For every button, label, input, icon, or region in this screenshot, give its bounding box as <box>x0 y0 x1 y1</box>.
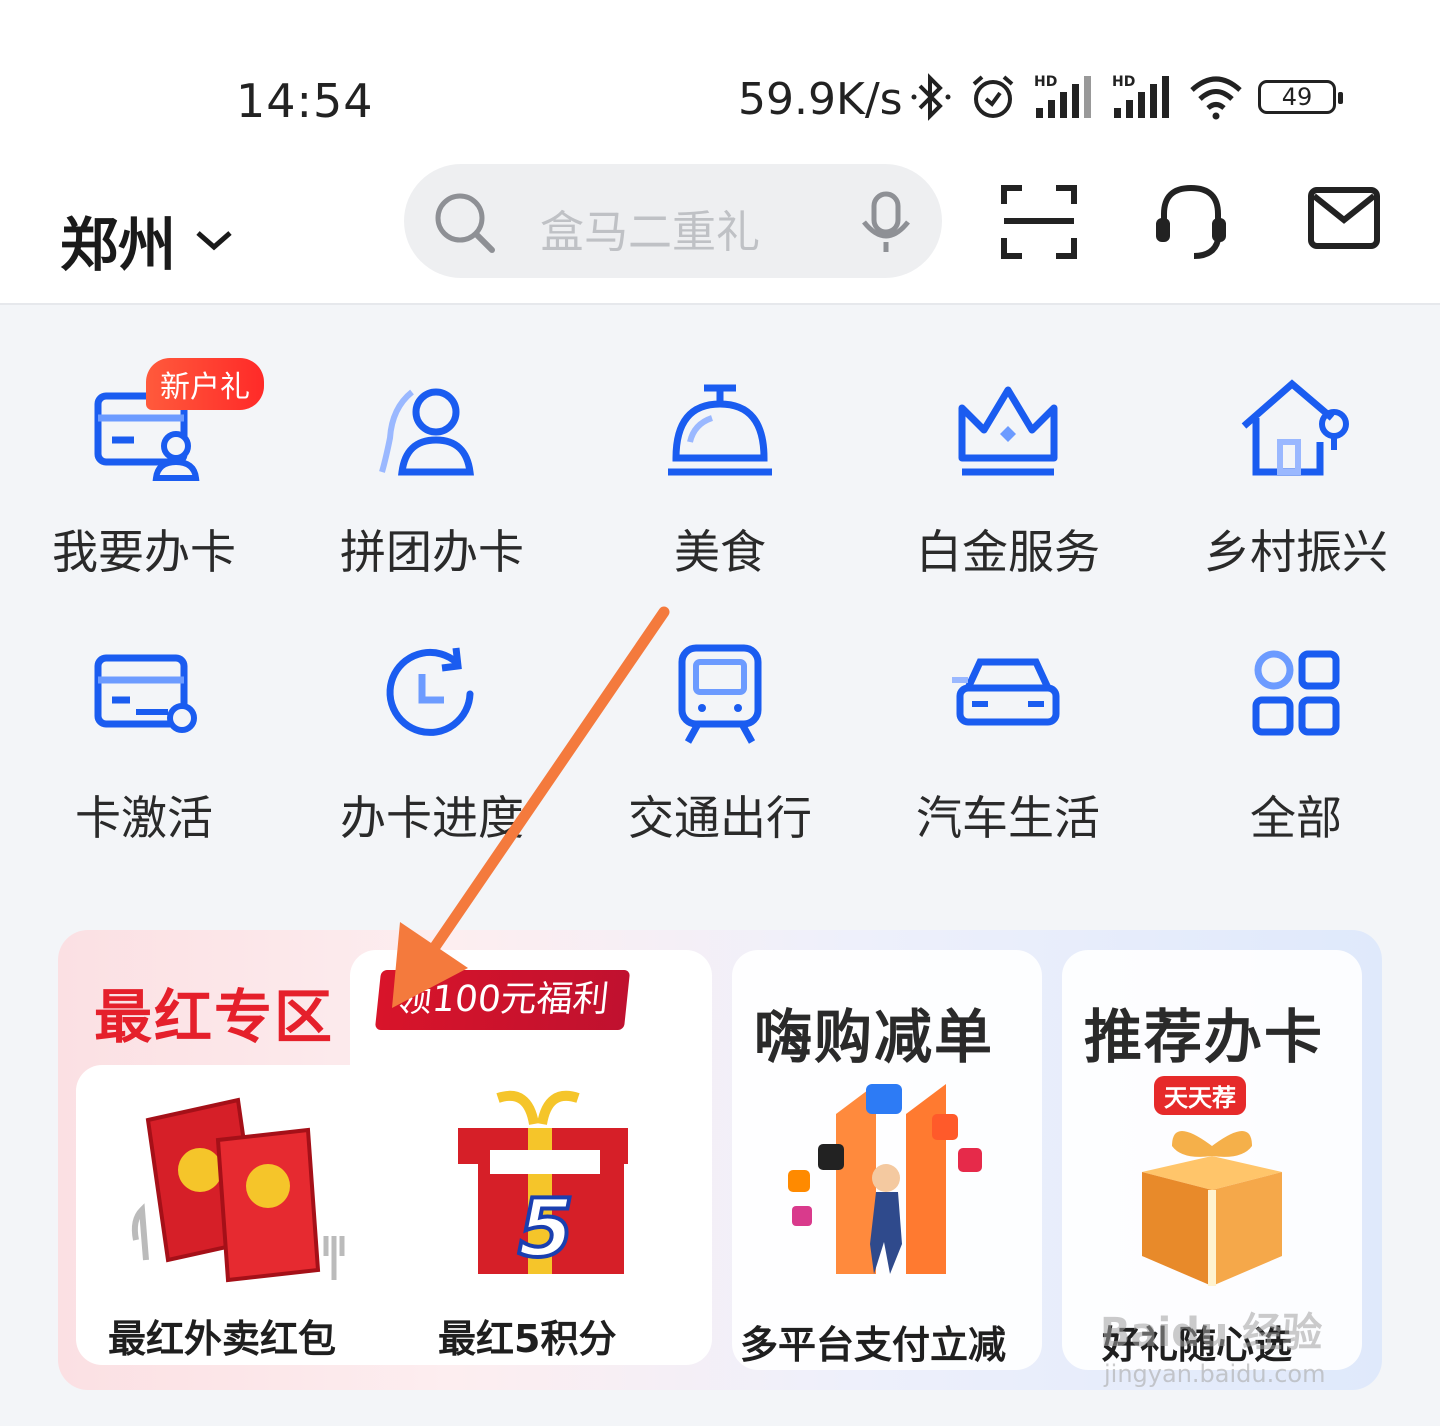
city-selector[interactable]: 郑州 <box>60 198 234 282</box>
promo-caption: 最红外卖红包 <box>108 1317 337 1361</box>
progress-icon <box>386 647 474 736</box>
tile-group-card[interactable]: 拼团办卡 <box>288 350 576 590</box>
svg-text:HD: HD <box>1034 74 1057 90</box>
card-title: 嗨购减单 <box>754 1003 995 1071</box>
search-bar[interactable]: 盒马二重礼 <box>404 164 942 278</box>
tile-label: 白金服务 <box>916 525 1100 579</box>
search-icon <box>435 193 495 253</box>
customer-service-icon[interactable] <box>1150 180 1232 262</box>
tile-platinum[interactable]: 白金服务 <box>864 350 1152 590</box>
tile-label: 汽车生活 <box>916 791 1100 845</box>
welfare-pill[interactable]: 领100元福利 <box>374 970 630 1030</box>
status-bar: 14:54 59.9K/s HD HD 49 <box>0 0 1440 150</box>
search-placeholder: 盒马二重礼 <box>540 207 760 258</box>
daily-recommend-tag: 天天荐 <box>1154 1076 1246 1115</box>
car-icon <box>952 658 1060 726</box>
watermark-logo: Baidu 经验 <box>1100 1310 1323 1356</box>
status-icons: HD HD 49 <box>908 72 1343 122</box>
tile-label: 乡村振兴 <box>1204 525 1388 579</box>
tile-label: 办卡进度 <box>340 791 524 845</box>
mic-icon[interactable] <box>856 190 916 256</box>
watermark-url: jingyan.baidu.com <box>1104 1360 1326 1388</box>
tile-food[interactable]: 美食 <box>576 350 864 590</box>
promo-caption: 最红5积分 <box>438 1317 617 1361</box>
food-bell-icon <box>668 384 772 476</box>
alarm-icon <box>972 75 1014 118</box>
crown-icon <box>958 386 1058 476</box>
tile-label: 拼团办卡 <box>340 525 524 579</box>
tile-apply-card[interactable]: 新户礼 我要办卡 <box>0 350 288 590</box>
gift-box-icon <box>1142 1131 1282 1286</box>
tile-label: 我要办卡 <box>52 525 236 579</box>
double11-promo-image <box>788 1084 982 1274</box>
grid-all-icon <box>1252 650 1340 736</box>
bluetooth-icon <box>911 73 951 121</box>
group-user-icon <box>379 388 474 476</box>
card-caption: 多平台支付立减 <box>740 1323 1007 1367</box>
tile-transport[interactable]: 交通出行 <box>576 616 864 856</box>
scan-icon[interactable] <box>998 180 1080 262</box>
tile-label: 全部 <box>1250 791 1342 845</box>
network-speed: 59.9K/s <box>738 74 903 125</box>
city-name: 郑州 <box>60 211 177 279</box>
hot-zone-title[interactable]: 最红专区 <box>94 970 334 1054</box>
new-user-badge: 新户礼 <box>146 358 264 410</box>
card-key-icon <box>94 654 197 733</box>
tile-card-activate[interactable]: 卡激活 <box>0 616 288 856</box>
tile-label: 交通出行 <box>628 791 812 845</box>
tile-label: 美食 <box>674 525 766 579</box>
promo-card-shopping[interactable]: 嗨购减单 多平台支付立减 <box>732 950 1042 1370</box>
tile-all[interactable]: 全部 <box>1152 616 1440 856</box>
battery-icon: 49 <box>1258 80 1343 114</box>
train-icon <box>678 644 762 744</box>
gift-box-5-icon: 5 <box>458 1090 628 1277</box>
mail-icon[interactable] <box>1306 180 1382 256</box>
svg-text:HD: HD <box>1112 74 1135 90</box>
top-header: 郑州 盒马二重礼 <box>0 150 1440 305</box>
chevron-down-icon <box>196 231 232 251</box>
promo-item-points[interactable]: 5 最红5积分 <box>428 1080 698 1370</box>
svg-text:5: 5 <box>518 1182 574 1275</box>
tile-car-life[interactable]: 汽车生活 <box>864 616 1152 856</box>
red-envelope-icon <box>131 1097 345 1283</box>
tile-card-progress[interactable]: 办卡进度 <box>288 616 576 856</box>
promo-item-takeout[interactable]: 最红外卖红包 <box>108 1080 408 1370</box>
signal-hd-icon: HD <box>1034 74 1091 118</box>
tile-rural[interactable]: 乡村振兴 <box>1152 350 1440 590</box>
wifi-icon <box>1190 76 1242 120</box>
status-time: 14:54 <box>236 74 374 128</box>
tile-label: 卡激活 <box>75 791 213 845</box>
house-icon <box>1241 379 1349 476</box>
card-title: 推荐办卡 <box>1084 1003 1325 1071</box>
signal-hd-icon: HD <box>1112 74 1169 118</box>
